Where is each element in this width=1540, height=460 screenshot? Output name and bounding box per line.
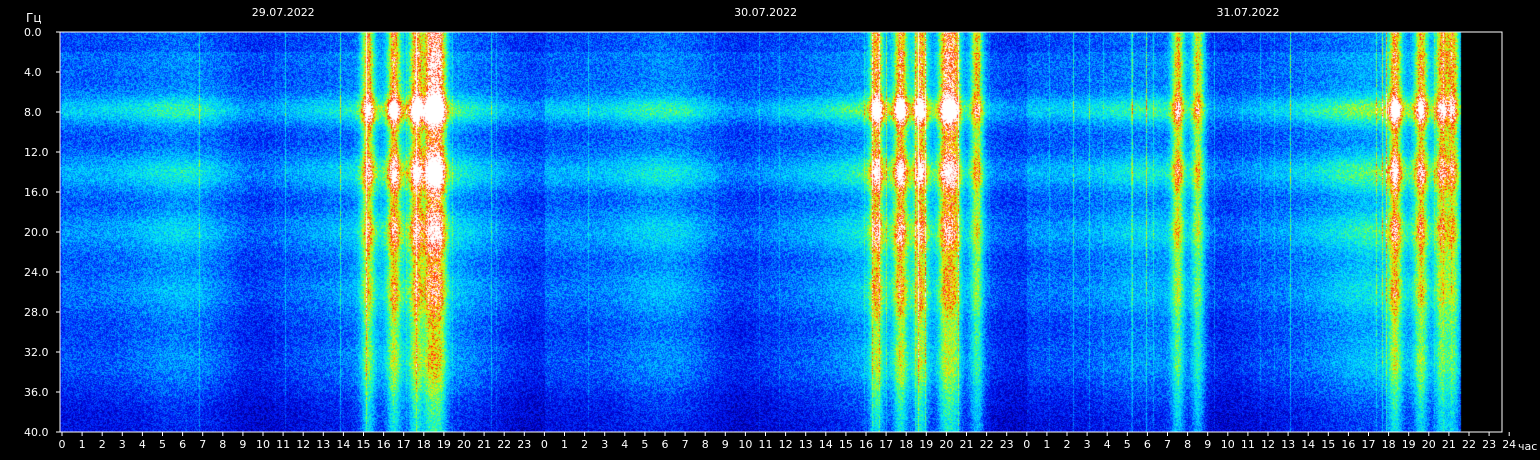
- x-tick-label: 11: [276, 438, 290, 451]
- y-axis-label: Гц: [26, 11, 42, 25]
- x-tick-label: 16: [859, 438, 873, 451]
- x-tick-label: 12: [1261, 438, 1275, 451]
- x-tick-label: 16: [377, 438, 391, 451]
- x-tick-label: 17: [397, 438, 411, 451]
- x-axis: 0 1 2 3 4 5 6 7 8 9 10 11 12 13 14 15 16 17 18 19 20 21 22 23 0 1…: [59, 432, 1516, 451]
- spectrogram-chart: Гц час 0.0 4.0 8.0 12.0 16.0 20.0 24.0 28.0 32.0…: [24, 6, 1537, 453]
- x-tick-label: 0: [1023, 438, 1030, 451]
- x-tick-label: 1: [79, 438, 86, 451]
- x-tick-label: 6: [1144, 438, 1151, 451]
- x-tick-label: 0: [541, 438, 548, 451]
- x-tick-label: 14: [1301, 438, 1315, 451]
- x-tick-label: 12: [779, 438, 793, 451]
- x-axis-label: час: [1518, 440, 1537, 453]
- x-tick-label: 12: [296, 438, 310, 451]
- x-tick-label: 4: [1104, 438, 1111, 451]
- y-tick-label: 12.0: [24, 146, 49, 159]
- x-tick-label: 16: [1341, 438, 1355, 451]
- y-tick-label: 16.0: [24, 186, 49, 199]
- x-tick-label: 8: [219, 438, 226, 451]
- x-tick-label: 22: [1462, 438, 1476, 451]
- x-tick-label: 2: [99, 438, 106, 451]
- date-labels: 29.07.2022 30.07.2022 31.07.2022: [252, 6, 1280, 19]
- x-tick-label: 22: [980, 438, 994, 451]
- date-label: 31.07.2022: [1217, 6, 1280, 19]
- x-tick-label: 20: [939, 438, 953, 451]
- x-tick-label: 7: [199, 438, 206, 451]
- y-tick-label: 40.0: [24, 426, 49, 439]
- date-label: 30.07.2022: [734, 6, 797, 19]
- x-tick-label: 19: [1402, 438, 1416, 451]
- x-tick-label: 18: [899, 438, 913, 451]
- x-tick-label: 21: [1442, 438, 1456, 451]
- y-tick-label: 24.0: [24, 266, 49, 279]
- x-tick-label: 20: [457, 438, 471, 451]
- x-tick-label: 14: [336, 438, 350, 451]
- x-tick-label: 10: [1221, 438, 1235, 451]
- x-tick-label: 23: [517, 438, 531, 451]
- x-tick-label: 15: [1321, 438, 1335, 451]
- x-tick-label: 2: [1064, 438, 1071, 451]
- x-tick-label: 22: [497, 438, 511, 451]
- x-tick-label: 1: [1043, 438, 1050, 451]
- x-tick-label: 5: [641, 438, 648, 451]
- x-tick-label: 5: [159, 438, 166, 451]
- x-tick-label: 18: [1382, 438, 1396, 451]
- x-tick-label: 18: [417, 438, 431, 451]
- x-tick-label: 17: [879, 438, 893, 451]
- x-tick-label: 13: [316, 438, 330, 451]
- x-tick-label: 23: [1482, 438, 1496, 451]
- heatmap-canvas-holder: [60, 32, 1502, 432]
- x-tick-label: 7: [1164, 438, 1171, 451]
- plot-area: [59, 31, 1503, 433]
- x-tick-label: 8: [702, 438, 709, 451]
- x-tick-label: 17: [1362, 438, 1376, 451]
- x-tick-label: 21: [477, 438, 491, 451]
- x-tick-label: 3: [601, 438, 608, 451]
- y-tick-label: 4.0: [24, 66, 42, 79]
- x-tick-label: 6: [662, 438, 669, 451]
- x-tick-label: 19: [919, 438, 933, 451]
- x-tick-label: 14: [819, 438, 833, 451]
- y-tick-label: 28.0: [24, 306, 49, 319]
- x-tick-label: 23: [1000, 438, 1014, 451]
- x-tick-label: 15: [839, 438, 853, 451]
- y-tick-label: 36.0: [24, 386, 49, 399]
- x-tick-label: 1: [561, 438, 568, 451]
- x-tick-label: 0: [59, 438, 66, 451]
- heatmap-canvas: [60, 32, 1502, 432]
- x-tick-label: 3: [1084, 438, 1091, 451]
- x-tick-label: 19: [437, 438, 451, 451]
- x-tick-label: 2: [581, 438, 588, 451]
- x-tick-label: 11: [759, 438, 773, 451]
- x-tick-label: 13: [1281, 438, 1295, 451]
- x-tick-label: 5: [1124, 438, 1131, 451]
- y-tick-label: 0.0: [24, 26, 42, 39]
- x-tick-label: 15: [357, 438, 371, 451]
- x-tick-label: 7: [682, 438, 689, 451]
- y-axis: 0.0 4.0 8.0 12.0 16.0 20.0 24.0 28.0 32.0 36.0 40.…: [24, 26, 60, 439]
- x-tick-label: 13: [799, 438, 813, 451]
- x-tick-label: 9: [239, 438, 246, 451]
- x-tick-label: 4: [621, 438, 628, 451]
- y-tick-label: 8.0: [24, 106, 42, 119]
- x-tick-label: 24: [1502, 438, 1516, 451]
- x-tick-label: 21: [960, 438, 974, 451]
- x-tick-label: 10: [256, 438, 270, 451]
- date-label: 29.07.2022: [252, 6, 315, 19]
- x-tick-label: 20: [1422, 438, 1436, 451]
- x-tick-label: 9: [1204, 438, 1211, 451]
- y-tick-label: 32.0: [24, 346, 49, 359]
- x-tick-label: 9: [722, 438, 729, 451]
- x-tick-label: 11: [1241, 438, 1255, 451]
- x-tick-label: 10: [738, 438, 752, 451]
- x-tick-label: 3: [119, 438, 126, 451]
- x-tick-label: 8: [1184, 438, 1191, 451]
- x-tick-label: 6: [179, 438, 186, 451]
- y-tick-label: 20.0: [24, 226, 49, 239]
- x-tick-label: 4: [139, 438, 146, 451]
